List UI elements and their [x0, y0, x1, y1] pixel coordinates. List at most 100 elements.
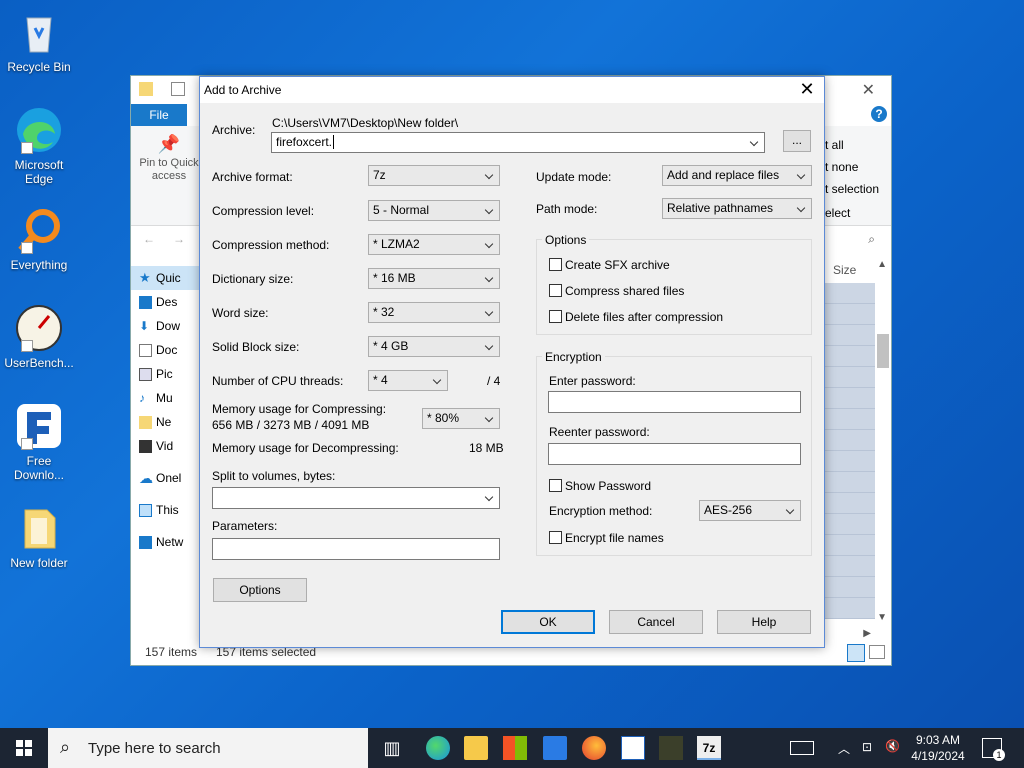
desktop-icon-recycle-bin[interactable]: Recycle Bin: [4, 8, 74, 74]
desktop-icon-new-folder[interactable]: New folder: [4, 504, 74, 570]
add-to-archive-dialog: Add to Archive ✕ Archive: C:\Users\VM7\D…: [199, 76, 825, 648]
desktop-icon-everything[interactable]: Everything: [4, 206, 74, 272]
create-sfx-checkbox[interactable]: Create SFX archive: [549, 258, 670, 272]
solid-block-size-select[interactable]: * 4 GB: [368, 336, 500, 357]
notification-count-badge: 1: [993, 749, 1005, 761]
properties-icon[interactable]: [171, 82, 185, 96]
shortcut-arrow-icon: [21, 142, 33, 154]
news-widget-icon[interactable]: [790, 741, 814, 755]
start-button[interactable]: [0, 728, 48, 768]
archive-name-input[interactable]: firefoxcert.: [276, 135, 332, 149]
nav-item-pictures[interactable]: Pic: [131, 362, 201, 386]
search-icon[interactable]: ⌕: [868, 232, 875, 247]
clock-date: 4/19/2024: [911, 749, 965, 763]
forward-icon[interactable]: →: [173, 232, 185, 246]
dictionary-size-select[interactable]: * 16 MB: [368, 268, 500, 289]
edge-taskbar-icon[interactable]: [426, 736, 450, 760]
download-manager-taskbar-icon[interactable]: [621, 736, 645, 760]
encrypt-file-names-checkbox[interactable]: Encrypt file names: [549, 531, 664, 545]
chevron-down-icon[interactable]: [484, 488, 496, 507]
compression-method-select[interactable]: * LZMA2: [368, 234, 500, 255]
path-mode-select[interactable]: Relative pathnames: [662, 198, 812, 219]
app-taskbar-icon[interactable]: [659, 736, 683, 760]
nav-item-quick-access[interactable]: ★ Quic: [131, 266, 201, 290]
taskbar-search-box[interactable]: ⌕ Type here to search: [48, 728, 368, 768]
memory-decompress-value: 18 MB: [469, 441, 504, 455]
compression-level-select[interactable]: 5 - Normal: [368, 200, 500, 221]
show-password-checkbox[interactable]: Show Password: [549, 479, 651, 493]
parameters-input[interactable]: [212, 538, 500, 560]
nav-item-this-pc[interactable]: This: [131, 498, 201, 522]
nav-item-onedrive[interactable]: ☁ Onel: [131, 466, 201, 490]
volume-muted-icon[interactable]: 🔇: [885, 739, 900, 753]
large-icons-view-icon[interactable]: [869, 645, 885, 659]
cancel-button[interactable]: Cancel: [609, 610, 703, 634]
memory-decompress-label: Memory usage for Decompressing:: [212, 441, 399, 455]
nav-item-videos[interactable]: Vid: [131, 434, 201, 458]
size-column-header[interactable]: Size: [833, 263, 856, 277]
scroll-right-icon[interactable]: ▶: [863, 628, 871, 639]
scroll-up-icon[interactable]: ▲: [877, 259, 887, 270]
desktop-icon-free-download[interactable]: Free Downlo...: [4, 402, 74, 482]
options-button[interactable]: Options: [213, 578, 307, 602]
chevron-up-icon[interactable]: ︿: [838, 740, 850, 757]
reenter-password-input[interactable]: [548, 443, 801, 465]
update-mode-select[interactable]: Add and replace files: [662, 165, 812, 186]
ok-button[interactable]: OK: [501, 610, 595, 634]
memory-usage-percent-select[interactable]: * 80%: [422, 408, 500, 429]
clock[interactable]: 9:03 AM 4/19/2024: [905, 732, 971, 764]
nav-item-network[interactable]: Netw: [131, 530, 201, 554]
split-volumes-combo[interactable]: [212, 487, 500, 509]
scrollbar-thumb[interactable]: [877, 334, 889, 368]
pin-quick-access-button[interactable]: 📌 Pin to Quick access: [137, 135, 201, 183]
compression-method-label: Compression method:: [212, 238, 330, 252]
enter-password-input[interactable]: [548, 391, 801, 413]
microsoft-store-icon[interactable]: [503, 736, 527, 760]
help-icon[interactable]: ?: [871, 106, 887, 122]
archive-format-select[interactable]: 7z: [368, 165, 500, 186]
nav-item-downloads[interactable]: ⬇ Dow: [131, 314, 201, 338]
nav-item-documents[interactable]: Doc: [131, 338, 201, 362]
help-button[interactable]: Help: [717, 610, 811, 634]
archive-name-combo[interactable]: firefoxcert.: [271, 132, 765, 153]
file-explorer-taskbar-icon[interactable]: [464, 736, 488, 760]
7zip-taskbar-icon[interactable]: 7z: [697, 736, 721, 760]
word-size-label: Word size:: [212, 306, 269, 320]
task-view-icon[interactable]: ▥: [380, 736, 404, 760]
select-all-item[interactable]: t all: [825, 138, 844, 152]
network-status-icon[interactable]: ⊡: [862, 740, 872, 754]
invert-selection-item[interactable]: t selection: [825, 182, 879, 196]
cpu-threads-select[interactable]: * 4: [368, 370, 448, 391]
close-icon[interactable]: ✕: [862, 80, 875, 100]
word-size-select[interactable]: * 32: [368, 302, 500, 323]
mail-icon[interactable]: [543, 736, 567, 760]
firefox-icon[interactable]: [582, 736, 606, 760]
selected-rows-strip: [823, 283, 875, 619]
network-icon: [139, 536, 152, 549]
desktop-icon-userbench[interactable]: UserBench...: [4, 304, 74, 370]
file-tab[interactable]: File: [131, 104, 187, 126]
back-icon[interactable]: ←: [143, 232, 155, 246]
nav-item-music[interactable]: ♪ Mu: [131, 386, 201, 410]
notification-center-button[interactable]: 1: [982, 738, 1005, 761]
chevron-down-icon: [796, 166, 808, 185]
details-view-icon[interactable]: [847, 644, 865, 662]
dialog-title: Add to Archive: [204, 83, 282, 97]
chevron-down-icon[interactable]: [749, 133, 761, 152]
enter-password-label: Enter password:: [549, 374, 636, 388]
desktop-icon-edge[interactable]: Microsoft Edge: [4, 106, 74, 186]
desktop-icon-label: UserBench...: [4, 356, 74, 370]
browse-button[interactable]: ...: [783, 130, 811, 152]
nav-item-new-folder[interactable]: Ne: [131, 410, 201, 434]
star-icon: ★: [139, 270, 151, 285]
nav-item-desktop[interactable]: Des: [131, 290, 201, 314]
scroll-down-icon[interactable]: ▼: [877, 612, 887, 623]
document-icon: [139, 344, 152, 357]
compress-shared-checkbox[interactable]: Compress shared files: [549, 284, 684, 298]
close-icon[interactable]: ✕: [790, 77, 824, 103]
archive-format-label: Archive format:: [212, 170, 293, 184]
delete-after-checkbox[interactable]: Delete files after compression: [549, 310, 723, 324]
parameters-label: Parameters:: [212, 519, 278, 533]
encryption-method-select[interactable]: AES-256: [699, 500, 801, 521]
select-none-item[interactable]: t none: [825, 160, 858, 174]
